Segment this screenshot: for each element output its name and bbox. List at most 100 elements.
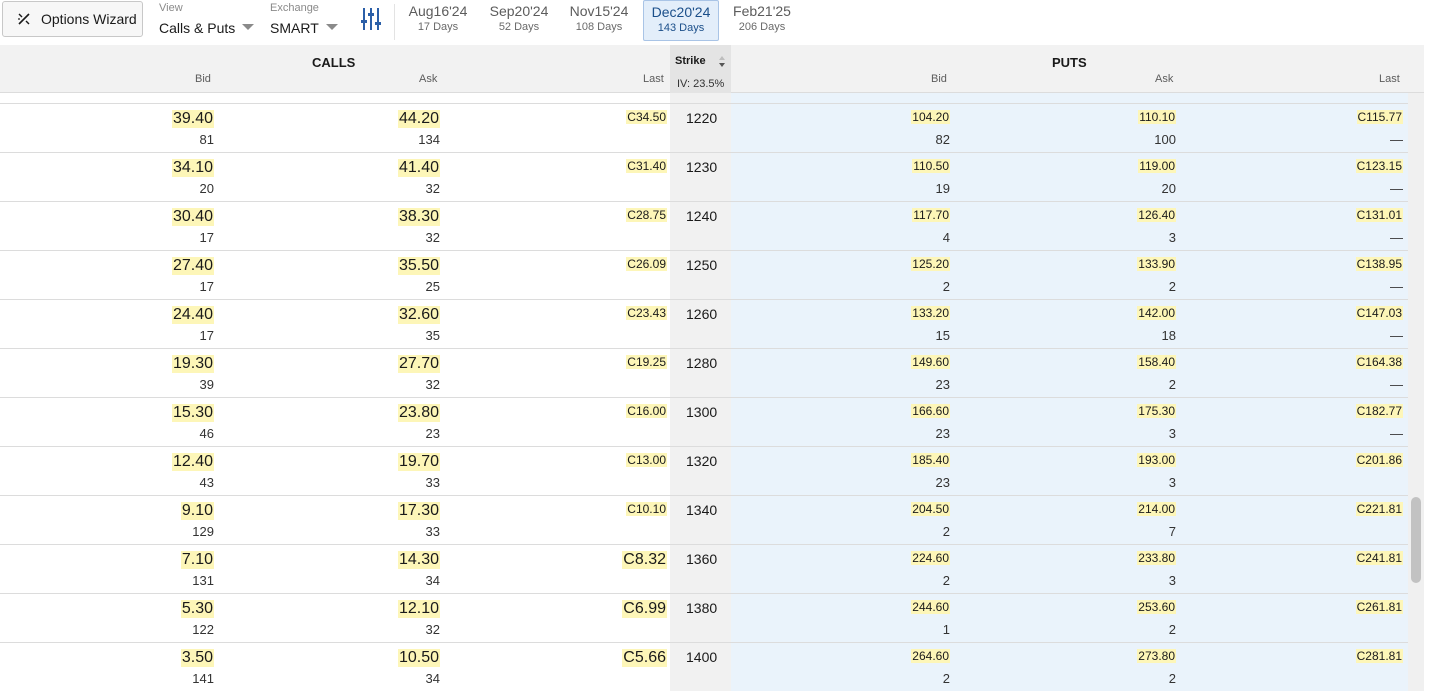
put-bid-size[interactable]: 2 bbox=[943, 524, 950, 539]
table-row[interactable]: 19.30 39 27.70 32 C19.25 1280 149.60 23 158.40 2 C… bbox=[0, 348, 1408, 397]
put-bid-size[interactable]: 2 bbox=[943, 671, 950, 686]
call-bid[interactable]: 34.10 bbox=[171, 159, 214, 177]
call-bid-size[interactable]: 141 bbox=[192, 671, 214, 686]
call-last[interactable]: C26.09 bbox=[626, 257, 667, 271]
call-bid-size[interactable]: 39 bbox=[200, 377, 214, 392]
table-row[interactable]: 5.30 122 12.10 32 C6.99 1380 244.60 1 253.60 2 C26… bbox=[0, 593, 1408, 642]
table-row[interactable]: 30.40 17 38.30 32 C28.75 1240 117.70 4 126.40 3 C1… bbox=[0, 201, 1408, 250]
puts-ask-header[interactable]: Ask bbox=[1155, 73, 1173, 85]
put-bid-size[interactable]: 23 bbox=[936, 475, 950, 490]
call-last[interactable]: C6.99 bbox=[622, 600, 667, 618]
call-ask[interactable]: 32.60 bbox=[397, 306, 440, 324]
put-bid[interactable]: 224.60 bbox=[911, 551, 950, 565]
put-bid-size[interactable]: 1 bbox=[943, 622, 950, 637]
put-ask[interactable]: 119.00 bbox=[1138, 159, 1176, 173]
put-bid[interactable]: 110.50 bbox=[912, 159, 950, 173]
put-ask-size[interactable]: 2 bbox=[1169, 279, 1176, 294]
put-bid-size[interactable]: 19 bbox=[936, 181, 950, 196]
call-bid[interactable]: 9.10 bbox=[180, 502, 214, 520]
call-bid[interactable]: 24.40 bbox=[171, 306, 214, 324]
call-last[interactable]: C13.00 bbox=[626, 453, 667, 467]
scrollbar-thumb[interactable] bbox=[1411, 497, 1421, 583]
settings-sliders-icon[interactable] bbox=[360, 6, 382, 32]
exchange-select[interactable]: Exchange SMART bbox=[270, 0, 346, 44]
call-last[interactable]: C23.43 bbox=[626, 306, 667, 320]
put-ask-size[interactable]: 18 bbox=[1162, 328, 1176, 343]
call-ask-size[interactable]: 134 bbox=[418, 132, 440, 147]
call-bid[interactable]: 39.40 bbox=[171, 110, 214, 128]
call-bid-size[interactable]: 81 bbox=[200, 132, 214, 147]
put-ask[interactable]: 214.00 bbox=[1137, 502, 1176, 516]
put-ask-size[interactable]: 2 bbox=[1169, 377, 1176, 392]
call-ask-size[interactable]: 33 bbox=[426, 524, 440, 539]
expiration-tab-nov15[interactable]: Nov15'24 108 Days bbox=[563, 0, 635, 41]
call-ask[interactable]: 35.50 bbox=[397, 257, 440, 275]
call-ask[interactable]: 14.30 bbox=[397, 551, 440, 569]
call-ask[interactable]: 10.50 bbox=[397, 649, 440, 667]
put-bid-size[interactable]: 23 bbox=[936, 426, 950, 441]
call-ask[interactable]: 38.30 bbox=[397, 208, 440, 226]
put-bid[interactable]: 125.20 bbox=[911, 257, 950, 271]
call-ask-size[interactable]: 32 bbox=[426, 377, 440, 392]
put-bid-size[interactable]: 23 bbox=[936, 377, 950, 392]
put-last[interactable]: C281.81 bbox=[1355, 649, 1403, 663]
put-ask-size[interactable]: 3 bbox=[1169, 426, 1176, 441]
call-bid[interactable]: 19.30 bbox=[171, 355, 214, 373]
expiration-tab-dec20[interactable]: Dec20'24 143 Days bbox=[643, 0, 719, 41]
put-bid-size[interactable]: 2 bbox=[943, 279, 950, 294]
calls-last-header[interactable]: Last bbox=[643, 73, 664, 85]
strike-header[interactable]: Strike IV: 23.5% bbox=[670, 45, 731, 93]
call-last[interactable]: C28.75 bbox=[626, 208, 667, 222]
table-row[interactable]: 24.40 17 32.60 35 C23.43 1260 133.20 15 142.00 18… bbox=[0, 299, 1408, 348]
put-last[interactable]: C182.77 bbox=[1355, 404, 1403, 418]
calls-bid-header[interactable]: Bid bbox=[195, 73, 211, 85]
put-ask-size[interactable]: 3 bbox=[1169, 475, 1176, 490]
call-bid[interactable]: 12.40 bbox=[171, 453, 214, 471]
table-row[interactable]: 9.10 129 17.30 33 C10.10 1340 204.50 2 214.00 7 C2… bbox=[0, 495, 1408, 544]
put-last[interactable]: C131.01 bbox=[1355, 208, 1403, 222]
table-row[interactable]: 15.30 46 23.80 23 C16.00 1300 166.60 23 175.30 3 C… bbox=[0, 397, 1408, 446]
sort-icon[interactable] bbox=[718, 56, 726, 68]
put-bid[interactable]: 166.60 bbox=[911, 404, 950, 418]
call-ask-size[interactable]: 35 bbox=[426, 328, 440, 343]
put-bid-size[interactable]: 82 bbox=[936, 132, 950, 147]
put-last-change[interactable]: — bbox=[1390, 328, 1403, 343]
put-last[interactable]: C221.81 bbox=[1355, 502, 1403, 516]
put-ask[interactable]: 233.80 bbox=[1137, 551, 1176, 565]
call-bid[interactable]: 5.30 bbox=[180, 600, 214, 618]
put-bid[interactable]: 104.20 bbox=[911, 110, 950, 124]
call-bid-size[interactable]: 17 bbox=[200, 279, 214, 294]
put-last[interactable]: C123.15 bbox=[1355, 159, 1403, 173]
put-bid[interactable]: 264.60 bbox=[911, 649, 950, 663]
put-ask[interactable]: 253.60 bbox=[1137, 600, 1176, 614]
call-bid-size[interactable]: 129 bbox=[192, 524, 214, 539]
call-bid-size[interactable]: 20 bbox=[200, 181, 214, 196]
call-ask-size[interactable]: 34 bbox=[426, 573, 440, 588]
expiration-tab-sep20[interactable]: Sep20'24 52 Days bbox=[483, 0, 555, 41]
put-last-change[interactable]: — bbox=[1390, 230, 1403, 245]
call-ask-size[interactable]: 32 bbox=[426, 230, 440, 245]
put-ask[interactable]: 110.10 bbox=[1138, 110, 1176, 124]
put-ask-size[interactable]: 3 bbox=[1169, 573, 1176, 588]
put-bid[interactable]: 185.40 bbox=[911, 453, 950, 467]
put-ask[interactable]: 193.00 bbox=[1137, 453, 1176, 467]
put-ask-size[interactable]: 3 bbox=[1169, 230, 1176, 245]
put-last[interactable]: C241.81 bbox=[1355, 551, 1403, 565]
call-bid[interactable]: 3.50 bbox=[180, 649, 214, 667]
call-bid-size[interactable]: 46 bbox=[200, 426, 214, 441]
call-bid[interactable]: 30.40 bbox=[171, 208, 214, 226]
call-bid-size[interactable]: 17 bbox=[200, 230, 214, 245]
call-ask-size[interactable]: 32 bbox=[426, 181, 440, 196]
call-last[interactable]: C31.40 bbox=[626, 159, 667, 173]
put-last-change[interactable]: — bbox=[1390, 132, 1403, 147]
call-ask[interactable]: 44.20 bbox=[397, 110, 440, 128]
put-bid[interactable]: 117.70 bbox=[912, 208, 950, 222]
table-row[interactable]: 12.40 43 19.70 33 C13.00 1320 185.40 23 193.00 3 C… bbox=[0, 446, 1408, 495]
expiration-tab-aug16[interactable]: Aug16'24 17 Days bbox=[402, 0, 474, 41]
put-last[interactable]: C201.86 bbox=[1355, 453, 1403, 467]
put-ask-size[interactable]: 7 bbox=[1169, 524, 1176, 539]
put-ask-size[interactable]: 2 bbox=[1169, 622, 1176, 637]
call-last[interactable]: C19.25 bbox=[626, 355, 667, 369]
call-ask[interactable]: 41.40 bbox=[397, 159, 440, 177]
call-bid[interactable]: 27.40 bbox=[171, 257, 214, 275]
